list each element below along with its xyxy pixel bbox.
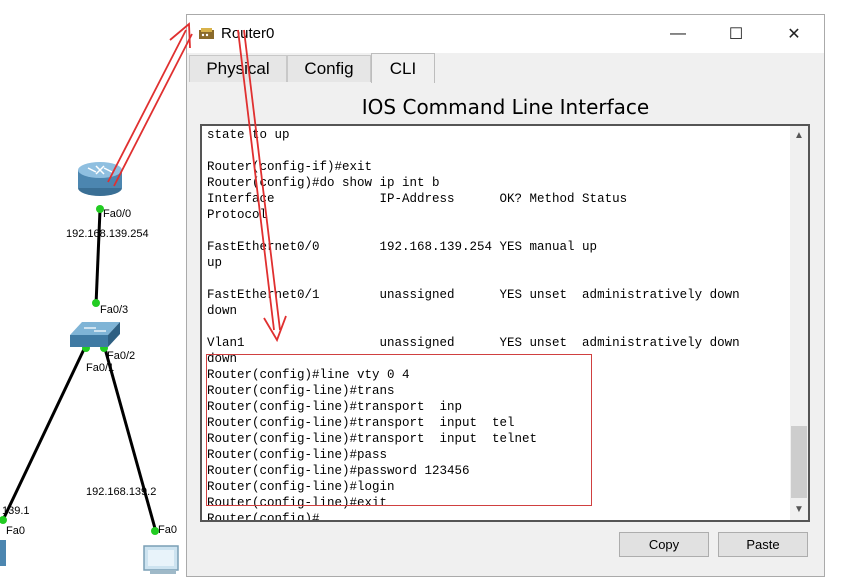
minimize-button[interactable]: — [649, 15, 707, 53]
link-switch-left-device [0, 344, 88, 523]
tab-physical[interactable]: Physical [189, 55, 287, 82]
terminal-output[interactable]: state to up Router(config-if)#exit Route… [207, 127, 740, 520]
right-device-ip-label: 192.168.139.2 [86, 486, 157, 498]
port-dot-switch-up [92, 299, 100, 307]
terminal-scrollbar[interactable]: ▲ ▼ [790, 126, 808, 520]
close-button[interactable]: ✕ [765, 15, 823, 53]
link-router-switch [94, 209, 102, 306]
copy-button[interactable]: Copy [619, 532, 709, 557]
left-device-icon[interactable] [0, 540, 6, 566]
left-device-ip-label: 139.1 [2, 505, 30, 517]
router-port-label: Fa0/0 [103, 208, 132, 220]
switch-port-left-label: Fa0/1 [86, 362, 115, 374]
paste-button[interactable]: Paste [718, 532, 808, 557]
tab-cli[interactable]: CLI [371, 53, 435, 83]
scroll-up-icon[interactable]: ▲ [790, 130, 808, 144]
tab-config[interactable]: Config [287, 55, 371, 82]
scroll-down-icon[interactable]: ▼ [790, 504, 808, 518]
maximize-button[interactable]: ☐ [707, 15, 765, 53]
cli-heading: IOS Command Line Interface [361, 95, 650, 119]
switch-port-right-label: Fa0/2 [107, 350, 136, 362]
router-icon [197, 25, 217, 43]
title-bar[interactable]: Router0 — ☐ ✕ [187, 15, 824, 53]
router-ip-label: 192.168.139.254 [66, 228, 149, 240]
cli-terminal[interactable]: state to up Router(config-if)#exit Route… [200, 124, 810, 522]
scroll-thumb[interactable] [791, 426, 807, 498]
left-device-port-label: Fa0 [6, 525, 25, 537]
right-device-port-label: Fa0 [158, 524, 177, 536]
switch-port-up-label: Fa0/3 [100, 304, 129, 316]
port-dot-left-device [0, 516, 7, 524]
router-window: Router0 — ☐ ✕ Physical Config CLI IOS Co… [186, 14, 825, 577]
window-title: Router0 [221, 25, 275, 42]
switch-device-icon[interactable] [70, 322, 120, 347]
tab-bar: Physical Config CLI [187, 53, 824, 83]
router-device-icon[interactable] [78, 162, 122, 196]
pc-device-icon[interactable] [143, 545, 179, 574]
